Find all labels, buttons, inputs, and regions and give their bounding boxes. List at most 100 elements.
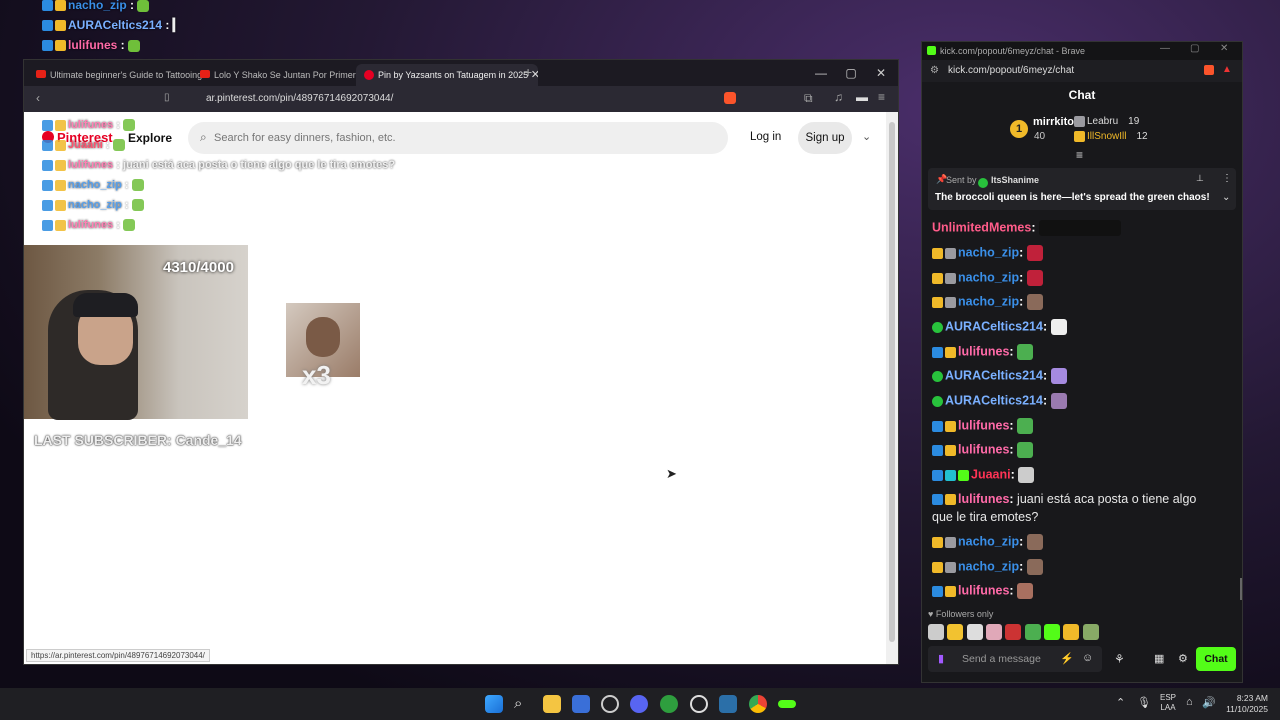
chat-message[interactable]: AURACeltics214:	[932, 393, 1067, 409]
wallet-icon[interactable]: ▬	[856, 90, 868, 104]
leaderboard-third[interactable]: IllSnowIll 12	[1074, 131, 1148, 142]
chat-message[interactable]: nacho_zip:	[932, 559, 1043, 575]
emote-icon[interactable]	[928, 624, 944, 640]
emote-icon[interactable]	[947, 624, 964, 640]
system-clock[interactable]: 8:23 AM 11/10/2025	[1220, 693, 1268, 715]
network-icon[interactable]: ⌂	[1186, 696, 1193, 708]
maximize-button[interactable]: ▢	[836, 60, 866, 86]
chevron-down-icon[interactable]: ⌄	[1222, 192, 1230, 203]
new-tab-button[interactable]: +	[524, 64, 532, 80]
emoji-icon[interactable]: ☺	[1082, 652, 1093, 664]
chatgpt-icon[interactable]	[601, 695, 619, 713]
chat-username[interactable]: lulifunes	[958, 442, 1009, 456]
chat-username[interactable]: lulifunes	[958, 492, 1009, 506]
media-icon[interactable]: ♫	[834, 90, 843, 104]
chat-username[interactable]: nacho_zip	[958, 534, 1019, 548]
store-icon[interactable]: ▦	[1154, 652, 1164, 665]
chat-username[interactable]: lulifunes	[958, 418, 1009, 432]
language-indicator[interactable]: ESP LAA	[1160, 693, 1176, 713]
page-scrollbar[interactable]	[886, 112, 898, 664]
leaderboard-second[interactable]: Leabru 19	[1074, 116, 1139, 127]
microphone-icon[interactable]: 🎙	[1137, 696, 1151, 709]
chat-message[interactable]: AURACeltics214:	[932, 319, 1067, 335]
emote-icon[interactable]	[966, 624, 983, 640]
emote-icon[interactable]	[1044, 624, 1061, 640]
back-icon[interactable]: ‹	[36, 91, 40, 105]
leaderboard-first-name[interactable]: mirrkito	[1033, 116, 1074, 128]
volume-icon[interactable]: 🔊	[1202, 696, 1216, 709]
url-text[interactable]: ar.pinterest.com/pin/48976714692073044/	[206, 93, 393, 104]
pinned-message[interactable]: 📌 Sent by ItsShanime ⊥ ⋮ The broccoli qu…	[928, 168, 1236, 210]
login-button[interactable]: Log in	[750, 131, 781, 143]
minimize-button[interactable]: —	[806, 60, 836, 86]
chat-message[interactable]: Juaani:	[932, 467, 1035, 483]
store-icon[interactable]	[572, 695, 590, 713]
chat-username[interactable]: UnlimitedMemes	[932, 220, 1031, 234]
chat-username[interactable]: nacho_zip	[958, 270, 1019, 284]
emote-quick-bar[interactable]	[928, 624, 1118, 640]
close-window-button[interactable]: ✕	[866, 60, 896, 86]
search-bar[interactable]: ⌕ Search for easy dinners, fashion, etc.	[188, 122, 728, 154]
windows-start-icon[interactable]	[485, 695, 503, 713]
browser-app-icon[interactable]	[719, 695, 737, 713]
chat-message[interactable]: lulifunes:	[932, 344, 1034, 360]
chat-message[interactable]: nacho_zip:	[932, 534, 1043, 550]
chat-username[interactable]: lulifunes	[958, 583, 1009, 597]
brave-rewards-icon[interactable]: ▲	[1222, 64, 1232, 75]
maximize-button[interactable]: ▢	[1190, 43, 1199, 54]
chat-username[interactable]: nacho_zip	[958, 245, 1019, 259]
chrome-icon[interactable]	[749, 695, 767, 713]
chat-message[interactable]: nacho_zip:	[932, 270, 1043, 286]
chat-message[interactable]: AURACeltics214:	[932, 368, 1067, 384]
minimize-button[interactable]: —	[1160, 43, 1170, 54]
emote-icon[interactable]	[986, 624, 1003, 640]
tab-tattoo-guide[interactable]: Ultimate beginner's Guide to Tattooing	[32, 64, 210, 86]
reader-icon[interactable]: ⧉	[804, 91, 813, 106]
search-icon[interactable]: ⌕	[514, 695, 532, 713]
chat-message[interactable]: nacho_zip:	[932, 245, 1043, 261]
search-input[interactable]: Search for easy dinners, fashion, etc.	[214, 132, 396, 144]
chat-message[interactable]: UnlimitedMemes:	[932, 220, 1121, 236]
file-explorer-icon[interactable]	[543, 695, 561, 713]
scroll-thumb[interactable]	[889, 122, 895, 642]
kick-app-icon[interactable]	[778, 700, 796, 708]
pinned-sender[interactable]: ItsShanime	[991, 175, 1039, 185]
discord-icon[interactable]	[630, 695, 648, 713]
chat-message[interactable]: lulifunes:	[932, 418, 1034, 434]
bookmark-icon[interactable]: ▯	[164, 92, 170, 103]
chat-username[interactable]: nacho_zip	[958, 559, 1019, 573]
chat-username[interactable]: AURACeltics214	[945, 393, 1043, 407]
chat-message[interactable]: lulifunes:	[932, 583, 1034, 599]
brave-shield-icon[interactable]	[1204, 65, 1214, 75]
chat-message[interactable]: lulifunes:	[932, 442, 1034, 458]
commands-icon[interactable]: ⚡	[1060, 652, 1074, 665]
emote-icon[interactable]	[1063, 624, 1080, 640]
send-chat-button[interactable]: Chat	[1196, 647, 1236, 671]
kick-url[interactable]: kick.com/popout/6meyz/chat	[948, 65, 1074, 76]
emote-icon[interactable]	[1082, 624, 1099, 640]
emote-icon[interactable]	[1024, 624, 1041, 640]
chat-input[interactable]: ▮ Send a message ⚡ ☺	[928, 646, 1102, 672]
emote-icon[interactable]	[1005, 624, 1022, 640]
close-window-button[interactable]: ✕	[1220, 43, 1228, 54]
more-options-icon[interactable]: ⋮	[1222, 173, 1232, 184]
chevron-down-icon[interactable]: ⌄	[862, 130, 871, 143]
chat-username[interactable]: AURACeltics214	[945, 319, 1043, 333]
chat-message[interactable]: lulifunes: juani está aca posta o tiene …	[932, 492, 1196, 524]
channel-points-icon[interactable]: ⚘	[1114, 652, 1125, 666]
xbox-icon[interactable]	[660, 695, 678, 713]
menu-icon[interactable]: ≡	[878, 90, 885, 104]
explore-link[interactable]: Explore	[128, 131, 172, 145]
tray-chevron-icon[interactable]: ⌃	[1116, 696, 1125, 709]
site-info-icon[interactable]: ⚙	[930, 65, 939, 76]
expand-leaderboard-icon[interactable]: ≡	[1076, 148, 1083, 162]
steam-icon[interactable]	[690, 695, 708, 713]
unpin-icon[interactable]: ⊥	[1196, 173, 1204, 184]
chat-username[interactable]: lulifunes	[958, 344, 1009, 358]
settings-gear-icon[interactable]: ⚙	[1178, 652, 1188, 665]
chat-username[interactable]: Juaani	[971, 467, 1011, 481]
chat-username[interactable]: nacho_zip	[958, 294, 1019, 308]
brave-shield-icon[interactable]	[724, 92, 736, 104]
tab-lolo-shako[interactable]: Lolo Y Shako Se Juntan Por Primera Vez	[196, 64, 364, 86]
tab-pinterest-pin[interactable]: Pin by Yazsants on Tatuagem in 2025 ✕	[356, 64, 538, 86]
